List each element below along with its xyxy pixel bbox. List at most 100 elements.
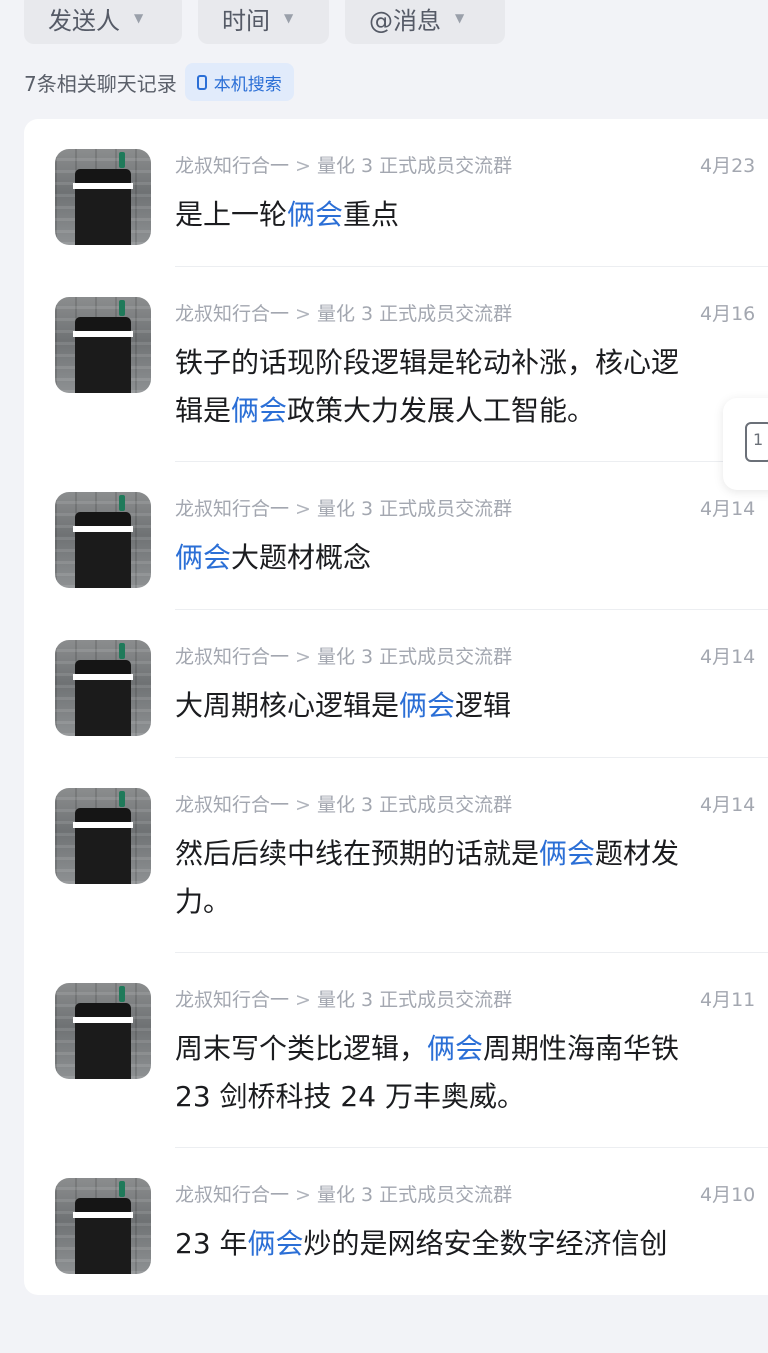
chevron-right-icon: >	[295, 155, 311, 177]
filter-mention[interactable]: @消息 ▼	[345, 0, 505, 44]
list-item[interactable]: 龙叔知行合一 > 量化 3 正式成员交流群 4月16 铁子的话现阶段逻辑是轮动补涨，…	[24, 267, 768, 462]
message-date: 4月11	[700, 989, 756, 1011]
message-date: 4月14	[700, 646, 756, 668]
chevron-right-icon: >	[295, 1184, 311, 1206]
sender-name: 龙叔知行合一	[175, 646, 290, 668]
group-name: 量化 3 正式成员交流群	[316, 155, 513, 177]
message-text-part: 重点	[343, 198, 400, 231]
group-name: 量化 3 正式成员交流群	[316, 794, 513, 816]
message-line: 铁子的话现阶段逻辑是轮动补涨，核心逻	[175, 346, 680, 379]
floating-button[interactable]: 1	[723, 398, 768, 490]
keyword-highlight: 俩会	[427, 1032, 484, 1065]
floating-button-label: 1	[753, 430, 764, 449]
message-text: 23 年俩会炒的是网络安全数字经济信创	[175, 1220, 768, 1268]
result-count: 7条相关聊天记录	[24, 71, 177, 96]
message-text-part: 大题材概念	[231, 541, 372, 574]
message-text: 大周期核心逻辑是俩会逻辑	[175, 682, 768, 730]
message-text-part: 然后后续中线在预期的话就是	[175, 837, 540, 870]
message-text-part: 大周期核心逻辑是	[175, 689, 400, 722]
caret-down-icon: ▼	[284, 11, 294, 25]
filter-bar: 发送人 ▼ 时间 ▼ @消息 ▼	[24, 0, 505, 44]
message-date: 4月16	[700, 303, 756, 325]
message-text-part: 是上一轮	[175, 198, 288, 231]
message-text: 是上一轮俩会重点	[175, 191, 768, 239]
message-text: 然后后续中线在预期的话就是俩会题材发 力。	[175, 830, 768, 926]
caret-down-icon: ▼	[455, 11, 465, 25]
message-text: 铁子的话现阶段逻辑是轮动补涨，核心逻 辑是俩会政策大力发展人工智能。	[175, 339, 768, 435]
avatar[interactable]	[55, 983, 151, 1079]
message-line: 辑是俩会政策大力发展人工智能。	[175, 387, 768, 435]
local-search-label: 本机搜索	[213, 74, 282, 95]
message-date: 4月14	[700, 498, 756, 520]
chevron-right-icon: >	[295, 646, 311, 668]
filter-sender[interactable]: 发送人 ▼	[24, 0, 182, 44]
group-name: 量化 3 正式成员交流群	[316, 498, 513, 520]
avatar[interactable]	[55, 149, 151, 245]
keyword-highlight: 俩会	[287, 198, 344, 231]
list-item[interactable]: 龙叔知行合一 > 量化 3 正式成员交流群 4月14 俩会大题材概念	[24, 462, 768, 610]
message-source: 龙叔知行合一 > 量化 3 正式成员交流群	[175, 790, 512, 817]
group-name: 量化 3 正式成员交流群	[316, 1184, 513, 1206]
caret-down-icon: ▼	[134, 11, 144, 25]
message-source: 龙叔知行合一 > 量化 3 正式成员交流群	[175, 494, 512, 521]
chevron-right-icon: >	[295, 498, 311, 520]
results-list: 龙叔知行合一 > 量化 3 正式成员交流群 4月23 是上一轮俩会重点 龙叔知行合一…	[24, 119, 768, 1295]
message-date: 4月10	[700, 1184, 756, 1206]
message-line: 周末写个类比逻辑，俩会周期性海南华铁	[175, 1025, 768, 1073]
message-date: 4月14	[700, 794, 756, 816]
message-text-part: 逻辑	[455, 689, 512, 722]
chevron-right-icon: >	[295, 303, 311, 325]
message-text-part: 23 年	[175, 1227, 248, 1260]
message-text: 俩会大题材概念	[175, 534, 768, 582]
message-source: 龙叔知行合一 > 量化 3 正式成员交流群	[175, 151, 512, 178]
message-text: 周末写个类比逻辑，俩会周期性海南华铁 23 剑桥科技 24 万丰奥威。	[175, 1025, 768, 1121]
sender-name: 龙叔知行合一	[175, 794, 290, 816]
message-text-part: 题材发	[595, 837, 680, 870]
message-text-part: 炒的是网络安全数字经济信创	[303, 1227, 668, 1260]
avatar[interactable]	[55, 297, 151, 393]
message-text-part: 政策大力发展人工智能。	[287, 394, 596, 427]
list-item[interactable]: 龙叔知行合一 > 量化 3 正式成员交流群 4月14 大周期核心逻辑是俩会逻辑	[24, 610, 768, 758]
message-line: 23 剑桥科技 24 万丰奥威。	[175, 1080, 525, 1113]
filter-sender-label: 发送人	[48, 6, 120, 35]
local-search-button[interactable]: 本机搜索	[184, 63, 294, 101]
chevron-right-icon: >	[295, 989, 311, 1011]
keyword-highlight: 俩会	[231, 394, 288, 427]
chevron-right-icon: >	[295, 794, 311, 816]
page-icon: 1	[745, 422, 768, 462]
message-source: 龙叔知行合一 > 量化 3 正式成员交流群	[175, 985, 512, 1012]
list-item[interactable]: 龙叔知行合一 > 量化 3 正式成员交流群 4月14 然后后续中线在预期的话就是俩会…	[24, 758, 768, 953]
message-line: 然后后续中线在预期的话就是俩会题材发	[175, 830, 768, 878]
message-line: 力。	[175, 885, 232, 918]
message-text-part: 辑是	[175, 394, 232, 427]
avatar[interactable]	[55, 640, 151, 736]
group-name: 量化 3 正式成员交流群	[316, 989, 513, 1011]
sender-name: 龙叔知行合一	[175, 989, 290, 1011]
filter-time[interactable]: 时间 ▼	[198, 0, 329, 44]
list-item[interactable]: 龙叔知行合一 > 量化 3 正式成员交流群 4月11 周末写个类比逻辑，俩会周期性海…	[24, 953, 768, 1148]
avatar[interactable]	[55, 492, 151, 588]
avatar[interactable]	[55, 788, 151, 884]
group-name: 量化 3 正式成员交流群	[316, 646, 513, 668]
list-item[interactable]: 龙叔知行合一 > 量化 3 正式成员交流群 4月23 是上一轮俩会重点	[24, 119, 768, 267]
message-text-part: 周期性海南华铁	[483, 1032, 680, 1065]
sender-name: 龙叔知行合一	[175, 303, 290, 325]
phone-icon	[196, 74, 207, 90]
keyword-highlight: 俩会	[247, 1227, 304, 1260]
keyword-highlight: 俩会	[539, 837, 596, 870]
filter-time-label: 时间	[222, 6, 270, 35]
group-name: 量化 3 正式成员交流群	[316, 303, 513, 325]
message-text-part: 周末写个类比逻辑，	[175, 1032, 428, 1065]
keyword-highlight: 俩会	[399, 689, 456, 722]
sender-name: 龙叔知行合一	[175, 498, 290, 520]
message-date: 4月23	[700, 155, 756, 177]
message-source: 龙叔知行合一 > 量化 3 正式成员交流群	[175, 642, 512, 669]
sender-name: 龙叔知行合一	[175, 155, 290, 177]
result-summary: 7条相关聊天记录 本机搜索	[24, 63, 294, 101]
sender-name: 龙叔知行合一	[175, 1184, 290, 1206]
list-item[interactable]: 龙叔知行合一 > 量化 3 正式成员交流群 4月10 23 年俩会炒的是网络安全数字…	[24, 1148, 768, 1295]
keyword-highlight: 俩会	[175, 541, 232, 574]
message-source: 龙叔知行合一 > 量化 3 正式成员交流群	[175, 299, 512, 326]
filter-mention-label: @消息	[369, 6, 441, 35]
avatar[interactable]	[55, 1178, 151, 1274]
